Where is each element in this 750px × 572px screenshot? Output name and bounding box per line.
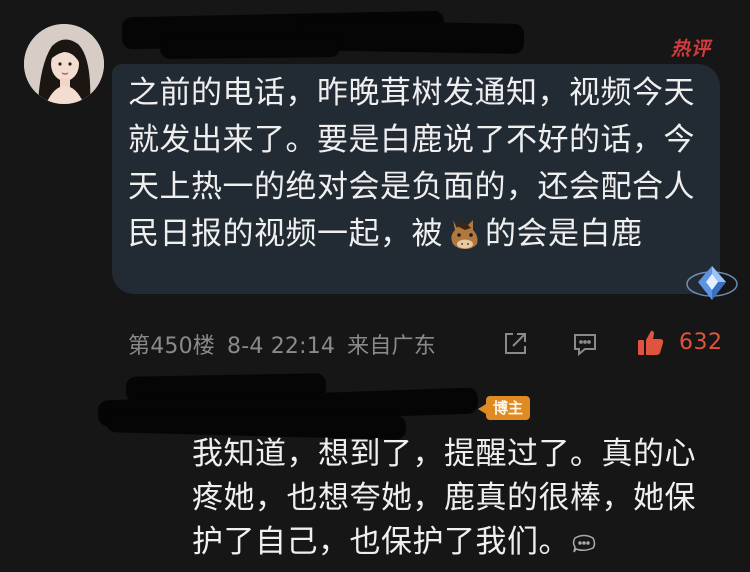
redacted-username	[159, 35, 341, 59]
comment-location: 来自广东	[347, 334, 436, 359]
comment-text[interactable]: 之前的电话，昨晚茸树发通知，视频今天就发出来了。要是白鹿说了不好的话，今天上热一…	[128, 70, 704, 258]
floor-number: 第450楼	[128, 334, 215, 359]
share-icon[interactable]	[501, 330, 529, 358]
comment-date: 8-4 22:14	[227, 334, 336, 359]
comment-icon[interactable]	[571, 330, 599, 358]
hot-comment-badge: 热评	[671, 38, 712, 60]
thumbs-up-icon[interactable]	[636, 328, 666, 358]
comment-text-part2: 的会是白鹿	[485, 216, 643, 252]
reply-text[interactable]: 我知道，想到了，提醒过了。真的心疼她，也想夸她，鹿真的很棒，她保护了自己，也保护…	[192, 432, 722, 564]
user-avatar[interactable]	[24, 24, 104, 104]
comment-meta: 第450楼 8-4 22:14 来自广东	[128, 328, 436, 360]
horse-face-emoji-icon	[445, 216, 483, 250]
more-replies-icon[interactable]	[572, 522, 596, 553]
reply-text-content: 我知道，想到了，提醒过了。真的心疼她，也想夸她，鹿真的很棒，她保护了自己，也保护…	[192, 436, 696, 560]
author-badge: 博主	[478, 396, 530, 420]
diamond-badge-icon	[686, 262, 738, 306]
like-count: 632	[679, 330, 723, 355]
